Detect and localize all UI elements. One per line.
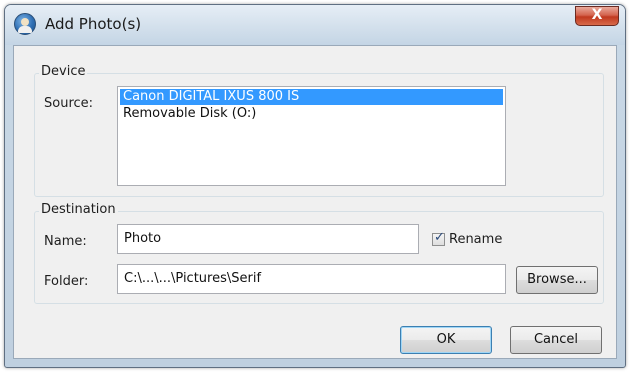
close-icon: X [591, 7, 603, 23]
browse-button[interactable]: Browse... [516, 266, 598, 294]
source-item-removable-disk[interactable]: Removable Disk (O:) [120, 106, 503, 122]
rename-label: Rename [449, 232, 503, 247]
folder-field[interactable]: C:\...\...\Pictures\Serif [117, 264, 506, 294]
rename-checkbox[interactable]: ✓ [432, 230, 445, 246]
name-label: Name: [44, 234, 87, 249]
name-field-value: Photo [124, 231, 162, 246]
add-photos-dialog: Add Photo(s) X Device Source: Canon DIGI… [4, 4, 626, 368]
checkmark-icon: ✓ [434, 230, 445, 245]
source-listbox[interactable]: Canon DIGITAL IXUS 800 IS Removable Disk… [117, 86, 506, 186]
source-item-label: Removable Disk (O:) [123, 106, 257, 121]
source-label: Source: [44, 96, 94, 111]
ok-button-label: OK [436, 332, 456, 347]
cancel-button-label: Cancel [533, 332, 579, 347]
title-bar[interactable]: Add Photo(s) X [5, 5, 625, 45]
rename-checkbox-row[interactable]: ✓ Rename [432, 230, 503, 247]
window-title: Add Photo(s) [45, 15, 142, 33]
browse-button-label: Browse... [527, 272, 587, 287]
folder-field-value: C:\...\...\Pictures\Serif [124, 271, 262, 286]
dialog-body: Device Source: Canon DIGITAL IXUS 800 IS… [13, 45, 617, 359]
ok-button[interactable]: OK [400, 326, 492, 354]
source-item-label: Canon DIGITAL IXUS 800 IS [123, 89, 300, 104]
source-item-canon[interactable]: Canon DIGITAL IXUS 800 IS [120, 89, 503, 105]
destination-group-title: Destination [39, 202, 118, 217]
close-button[interactable]: X [575, 6, 619, 26]
device-group-title: Device [39, 64, 88, 79]
name-field[interactable]: Photo [117, 224, 419, 254]
folder-label: Folder: [44, 274, 89, 289]
cancel-button[interactable]: Cancel [510, 326, 602, 354]
app-icon [14, 13, 36, 35]
